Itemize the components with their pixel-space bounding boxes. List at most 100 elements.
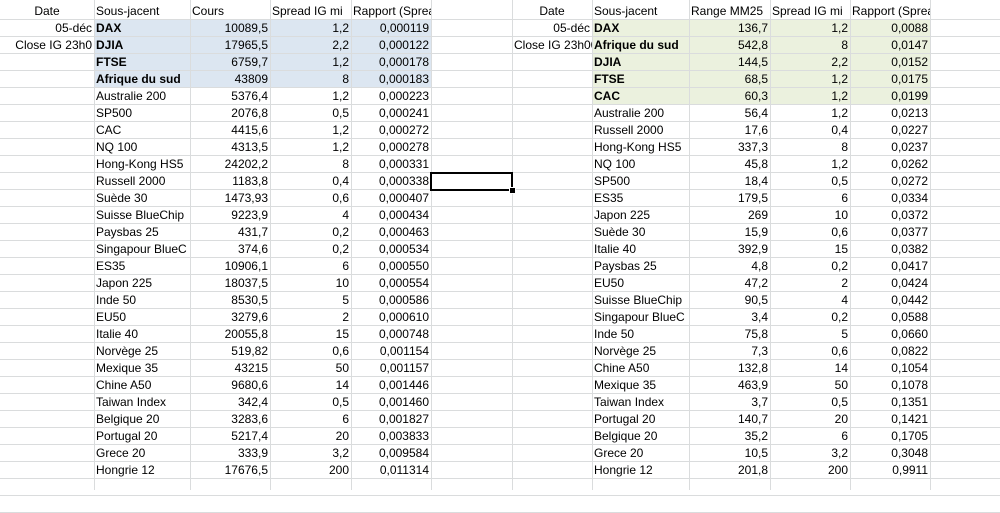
left-underlying-cell[interactable]: Singapour BlueC	[94, 241, 190, 258]
left-value-cell[interactable]: 0,2	[270, 224, 351, 241]
right-underlying-cell[interactable]: DAX	[592, 20, 689, 37]
right-value-cell[interactable]: 0,5	[770, 173, 850, 190]
left-value-cell[interactable]: 20055,8	[190, 326, 270, 343]
right-underlying-cell[interactable]: Singapour BlueC	[592, 309, 689, 326]
right-value-cell[interactable]: 132,8	[689, 360, 770, 377]
right-value-cell[interactable]: 20	[770, 411, 850, 428]
right-value-cell[interactable]: 179,5	[689, 190, 770, 207]
left-value-cell[interactable]: 0,000434	[351, 207, 431, 224]
left-value-cell[interactable]: 9223,9	[190, 207, 270, 224]
right-underlying-cell[interactable]: Suisse BlueChip	[592, 292, 689, 309]
right-value-cell[interactable]: 10	[770, 207, 850, 224]
left-underlying-cell[interactable]: Grece 20	[94, 445, 190, 462]
left-value-cell[interactable]: 9680,6	[190, 377, 270, 394]
left-value-cell[interactable]: 1,2	[270, 54, 351, 71]
right-value-cell[interactable]: 4	[770, 292, 850, 309]
left-value-cell[interactable]: 0,003833	[351, 428, 431, 445]
right-value-cell[interactable]: 201,8	[689, 462, 770, 479]
left-value-cell[interactable]: 0,009584	[351, 445, 431, 462]
right-header-4[interactable]: Rapport (Spread/Range)	[850, 3, 930, 20]
left-underlying-cell[interactable]: DAX	[94, 20, 190, 37]
right-value-cell[interactable]: 0,6	[770, 343, 850, 360]
left-underlying-cell[interactable]: Suède 30	[94, 190, 190, 207]
fill-handle[interactable]	[509, 187, 516, 194]
left-header-4[interactable]: Rapport (Spread/Cours)	[351, 3, 431, 20]
right-value-cell[interactable]: 47,2	[689, 275, 770, 292]
left-value-cell[interactable]: 0,000178	[351, 54, 431, 71]
left-header-2[interactable]: Cours	[190, 3, 270, 20]
right-value-cell[interactable]: 0,0382	[850, 241, 930, 258]
left-value-cell[interactable]: 5376,4	[190, 88, 270, 105]
left-date-cell[interactable]: Close IG 23h0	[0, 37, 94, 54]
right-value-cell[interactable]: 392,9	[689, 241, 770, 258]
right-underlying-cell[interactable]: Afrique du sud	[592, 37, 689, 54]
right-underlying-cell[interactable]: Hongrie 12	[592, 462, 689, 479]
left-value-cell[interactable]: 6	[270, 411, 351, 428]
right-value-cell[interactable]: 0,1078	[850, 377, 930, 394]
right-underlying-cell[interactable]: Taiwan Index	[592, 394, 689, 411]
left-value-cell[interactable]: 15	[270, 326, 351, 343]
left-value-cell[interactable]: 5217,4	[190, 428, 270, 445]
right-value-cell[interactable]: 1,2	[770, 88, 850, 105]
right-value-cell[interactable]: 0,0088	[850, 20, 930, 37]
right-underlying-cell[interactable]: Australie 200	[592, 105, 689, 122]
right-value-cell[interactable]: 0,0442	[850, 292, 930, 309]
left-date-cell[interactable]: 05-déc	[0, 20, 94, 37]
left-value-cell[interactable]: 24202,2	[190, 156, 270, 173]
right-value-cell[interactable]: 136,7	[689, 20, 770, 37]
right-value-cell[interactable]: 0,0237	[850, 139, 930, 156]
spreadsheet-grid[interactable]: Date Sous-jacent Cours Spread IG mi Rapport …	[0, 0, 1000, 513]
left-value-cell[interactable]: 0,000331	[351, 156, 431, 173]
right-value-cell[interactable]: 10,5	[689, 445, 770, 462]
left-value-cell[interactable]: 0,001827	[351, 411, 431, 428]
left-value-cell[interactable]: 0,000223	[351, 88, 431, 105]
right-header-1[interactable]: Sous-jacent	[592, 3, 689, 20]
left-value-cell[interactable]: 10906,1	[190, 258, 270, 275]
left-value-cell[interactable]: 4	[270, 207, 351, 224]
right-underlying-cell[interactable]: ES35	[592, 190, 689, 207]
left-value-cell[interactable]: 43215	[190, 360, 270, 377]
left-value-cell[interactable]: 519,82	[190, 343, 270, 360]
left-underlying-cell[interactable]: Portugal 20	[94, 428, 190, 445]
right-underlying-cell[interactable]: Belgique 20	[592, 428, 689, 445]
left-underlying-cell[interactable]: FTSE	[94, 54, 190, 71]
left-underlying-cell[interactable]: Hong-Kong HS5	[94, 156, 190, 173]
right-value-cell[interactable]: 15	[770, 241, 850, 258]
right-underlying-cell[interactable]: CAC	[592, 88, 689, 105]
right-value-cell[interactable]: 0,2	[770, 258, 850, 275]
left-value-cell[interactable]: 6	[270, 258, 351, 275]
left-underlying-cell[interactable]: Hongrie 12	[94, 462, 190, 479]
left-value-cell[interactable]: 3,2	[270, 445, 351, 462]
right-value-cell[interactable]: 0,3048	[850, 445, 930, 462]
left-value-cell[interactable]: 0,000534	[351, 241, 431, 258]
left-value-cell[interactable]: 0,000241	[351, 105, 431, 122]
left-header-0[interactable]: Date	[0, 3, 94, 20]
left-value-cell[interactable]: 10	[270, 275, 351, 292]
left-value-cell[interactable]: 10089,5	[190, 20, 270, 37]
left-value-cell[interactable]: 0,6	[270, 343, 351, 360]
left-value-cell[interactable]: 43809	[190, 71, 270, 88]
right-underlying-cell[interactable]: Grece 20	[592, 445, 689, 462]
left-underlying-cell[interactable]: Belgique 20	[94, 411, 190, 428]
left-value-cell[interactable]: 2,2	[270, 37, 351, 54]
left-underlying-cell[interactable]: EU50	[94, 309, 190, 326]
right-value-cell[interactable]: 0,1054	[850, 360, 930, 377]
right-value-cell[interactable]: 337,3	[689, 139, 770, 156]
right-value-cell[interactable]: 6	[770, 190, 850, 207]
left-underlying-cell[interactable]: DJIA	[94, 37, 190, 54]
left-value-cell[interactable]: 0,000586	[351, 292, 431, 309]
right-value-cell[interactable]: 0,0372	[850, 207, 930, 224]
left-underlying-cell[interactable]: Mexique 35	[94, 360, 190, 377]
right-value-cell[interactable]: 2,2	[770, 54, 850, 71]
left-value-cell[interactable]: 8	[270, 156, 351, 173]
left-value-cell[interactable]: 20	[270, 428, 351, 445]
left-underlying-cell[interactable]: Italie 40	[94, 326, 190, 343]
right-value-cell[interactable]: 0,0262	[850, 156, 930, 173]
left-value-cell[interactable]: 0,011314	[351, 462, 431, 479]
left-value-cell[interactable]: 0,000550	[351, 258, 431, 275]
left-underlying-cell[interactable]: Inde 50	[94, 292, 190, 309]
right-value-cell[interactable]: 140,7	[689, 411, 770, 428]
left-value-cell[interactable]: 0,000119	[351, 20, 431, 37]
right-value-cell[interactable]: 542,8	[689, 37, 770, 54]
right-value-cell[interactable]: 0,0377	[850, 224, 930, 241]
